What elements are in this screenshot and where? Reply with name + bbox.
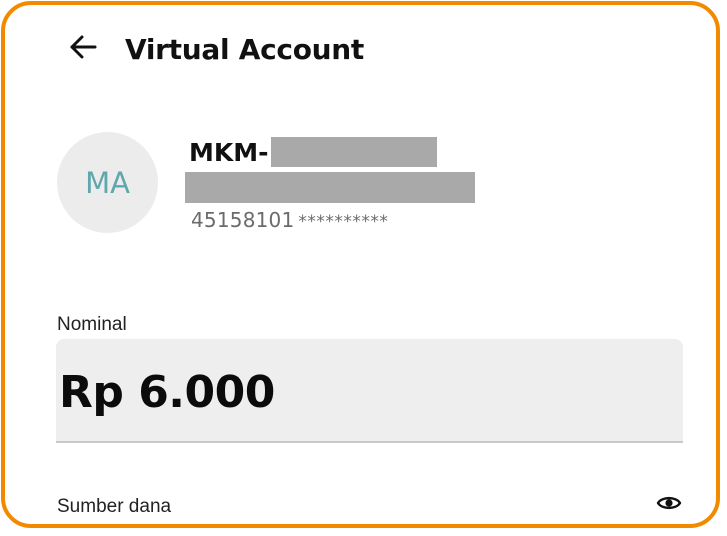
page-title: Virtual Account xyxy=(125,32,364,66)
toggle-visibility-button[interactable] xyxy=(654,493,684,517)
account-number: 45158101 ********** xyxy=(191,208,388,232)
redacted-name-block xyxy=(270,137,437,167)
screen-frame: Virtual Account MA MKM- 45158101 ********… xyxy=(1,1,720,528)
avatar-initials: MA xyxy=(85,165,130,200)
eye-icon xyxy=(656,494,682,517)
source-of-funds-label: Sumber dana xyxy=(57,496,172,517)
redacted-detail-block xyxy=(185,172,475,203)
back-button[interactable] xyxy=(69,29,109,69)
nominal-input[interactable]: Rp 6.000 xyxy=(56,339,683,443)
avatar: MA xyxy=(57,132,158,233)
nominal-amount: Rp 6.000 xyxy=(59,367,275,418)
nominal-label: Nominal xyxy=(57,314,127,335)
account-number-digits: 45158101 xyxy=(191,208,295,232)
account-name: MKM- xyxy=(189,137,437,167)
arrow-left-icon xyxy=(69,35,97,64)
account-number-mask: ********** xyxy=(298,212,389,232)
account-name-prefix: MKM- xyxy=(189,137,269,167)
app-header: Virtual Account xyxy=(69,27,364,71)
